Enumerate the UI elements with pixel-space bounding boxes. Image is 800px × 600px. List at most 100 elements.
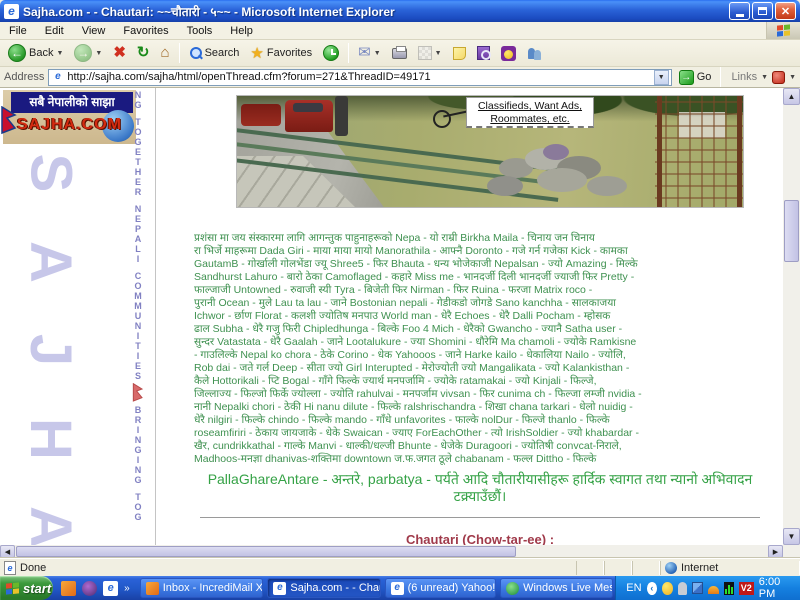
- menu-help[interactable]: Help: [221, 25, 262, 37]
- address-input[interactable]: e http://sajha.com/sajha/html/openThread…: [48, 69, 671, 86]
- horizontal-scrollbar[interactable]: ◀ ▶: [0, 545, 783, 558]
- minimize-icon: [736, 14, 744, 17]
- tagline-letter: I: [137, 455, 140, 465]
- vertical-scrollbar[interactable]: ▲ ▼: [783, 88, 800, 545]
- safety-tray-icon[interactable]: [708, 586, 719, 594]
- scroll-up-button[interactable]: ▲: [783, 88, 800, 105]
- menu-view[interactable]: View: [73, 25, 115, 37]
- msn-messenger-button[interactable]: [523, 44, 546, 63]
- quicklaunch-overflow-chevron[interactable]: »: [124, 583, 130, 594]
- browser-extension-icon[interactable]: [772, 71, 785, 84]
- windows-flag-icon: [777, 24, 790, 36]
- close-button[interactable]: ✕: [775, 2, 796, 20]
- tagline-letter: G: [134, 100, 141, 110]
- start-windows-icon: [6, 582, 19, 594]
- member-names-line[interactable]: जिल्लाज्य - फिल्जो फिर्के ज्योल्ला - ज्य…: [194, 388, 766, 401]
- links-label[interactable]: Links: [731, 71, 757, 83]
- ie-task-icon: e: [391, 582, 404, 595]
- member-names-line[interactable]: Sandhurst Lahuro - बारो ठेका Camoflaged …: [194, 271, 766, 284]
- forward-button[interactable]: → ▼: [70, 42, 106, 64]
- mail-dropdown-icon[interactable]: ▼: [374, 50, 381, 57]
- member-names-line[interactable]: रा भिर्जे माहरूमा Dada Giri - माया माया …: [194, 245, 766, 258]
- forward-icon: →: [74, 44, 92, 62]
- search-button[interactable]: Search: [185, 45, 244, 62]
- edit-icon: [418, 46, 432, 60]
- home-button[interactable]: ⌂: [157, 43, 174, 63]
- messenger-quicklaunch-icon[interactable]: [82, 581, 97, 596]
- address-url[interactable]: http://sajha.com/sajha/html/openThread.c…: [67, 71, 653, 83]
- vertical-scroll-thumb[interactable]: [784, 200, 799, 262]
- taskbar-button-sajha[interactable]: e Sajha.com - - Chau...: [267, 578, 380, 598]
- member-names-line[interactable]: खैर, cundrikkathal - गाल्के Manvi - धाल्…: [194, 440, 766, 453]
- member-names-paragraph[interactable]: प्रशंसा मा जय संस्कारमा लागि आगन्तुक पाह…: [194, 232, 766, 466]
- edit-dropdown-icon[interactable]: ▼: [435, 50, 442, 57]
- member-names-line[interactable]: ढाल Subha - धेरै गजु फिरी Chipledhunga -…: [194, 323, 766, 336]
- edit-button[interactable]: ▼: [414, 44, 446, 62]
- member-names-line[interactable]: सुन्दर Vatastata - धेरै Gaalah - जाने Lo…: [194, 336, 766, 349]
- start-button[interactable]: start: [0, 576, 53, 600]
- scroll-right-button[interactable]: ▶: [768, 545, 783, 558]
- notes-button[interactable]: [449, 45, 470, 62]
- mail-button[interactable]: ✉ ▼: [354, 43, 385, 63]
- addressbar-separator: [720, 67, 721, 87]
- links-dropdown-icon[interactable]: ▼: [761, 74, 768, 81]
- research-button[interactable]: [473, 44, 494, 62]
- taskbar-button-wlm[interactable]: Windows Live Mess...: [500, 578, 613, 598]
- back-dropdown-icon[interactable]: ▼: [56, 50, 63, 57]
- member-names-line[interactable]: Rob dai - जते गर्ल Deep - सीता ज्यो Girl…: [194, 362, 766, 375]
- v2-tray-icon[interactable]: V2: [739, 582, 754, 595]
- classifieds-link-box[interactable]: Classifieds, Want Ads, Roommates, etc.: [466, 97, 594, 128]
- print-button[interactable]: [388, 46, 411, 61]
- volume-meter-tray-icon[interactable]: [724, 582, 734, 595]
- minimize-button[interactable]: [729, 2, 750, 20]
- vertical-sajha-wordmark: SAJHA: [6, 140, 94, 545]
- network-tray-icon[interactable]: [692, 582, 704, 594]
- yahoo-tray-icon[interactable]: [662, 582, 673, 595]
- member-names-line[interactable]: - गाउलिल्के Nepal ko chora - ठेके Corino…: [194, 349, 766, 362]
- menu-edit[interactable]: Edit: [36, 25, 73, 37]
- tray-clock[interactable]: 6:00 PM: [759, 576, 792, 600]
- tagline-letter: T: [135, 117, 141, 127]
- extension-dropdown-icon[interactable]: ▼: [789, 74, 796, 81]
- language-indicator[interactable]: EN: [626, 582, 641, 594]
- member-names-line[interactable]: पुरानी Ocean - मुले Lau ta lau - जाने Bo…: [194, 297, 766, 310]
- tagline-letter: O: [134, 502, 141, 512]
- messenger-tray-icon[interactable]: [678, 582, 687, 595]
- member-names-line[interactable]: प्रशंसा मा जय संस्कारमा लागि आगन्तुक पाह…: [194, 232, 766, 245]
- member-names-line[interactable]: कैले Hottorikali - प्टि Bogal - गाँगे फि…: [194, 375, 766, 388]
- member-names-line[interactable]: नानी Nepalki chori - ठेकी Hi nanu dilute…: [194, 401, 766, 414]
- menu-favorites[interactable]: Favorites: [114, 25, 177, 37]
- scroll-down-button[interactable]: ▼: [783, 528, 800, 545]
- horizontal-scroll-thumb[interactable]: [16, 546, 516, 557]
- menu-file[interactable]: File: [0, 25, 36, 37]
- forward-dropdown-icon[interactable]: ▼: [95, 50, 102, 57]
- incredimail-quicklaunch-icon[interactable]: [61, 581, 76, 596]
- history-button[interactable]: [319, 43, 343, 63]
- tray-collapse-chevron[interactable]: ‹: [647, 582, 658, 595]
- menu-tools[interactable]: Tools: [178, 25, 222, 37]
- go-button[interactable]: → Go: [676, 70, 715, 85]
- member-names-line[interactable]: धेरै nilgiri - फिल्के chindo - फिल्के ma…: [194, 414, 766, 427]
- back-button[interactable]: ← Back ▼: [4, 42, 67, 64]
- restore-button[interactable]: [752, 2, 773, 20]
- member-names-line[interactable]: फाल्जाजी Untowned - रुवाजी स्यी Tyra - ब…: [194, 284, 766, 297]
- favorites-button[interactable]: ★ Favorites: [246, 42, 316, 64]
- taskbar-button-yahoo[interactable]: e (6 unread) Yahoo! ...: [385, 578, 496, 598]
- member-names-line[interactable]: Ichwor - र्छाण Florat - कलशी ज्योतिष मनप…: [194, 310, 766, 323]
- refresh-button[interactable]: ↻: [133, 43, 154, 63]
- favorites-label: Favorites: [267, 47, 312, 59]
- member-names-line[interactable]: roseamfiriri - ठेकाय जायजाके - धेके Swai…: [194, 427, 766, 440]
- notes-icon: [453, 47, 466, 60]
- sajha-logo[interactable]: सबै नेपालीको साझा SAJHA.COM: [3, 90, 136, 144]
- scroll-left-button[interactable]: ◀: [0, 545, 15, 558]
- yahoo-messenger-button[interactable]: [497, 44, 520, 63]
- ie-quicklaunch-icon[interactable]: e: [103, 581, 118, 596]
- classifieds-link-line2[interactable]: Roommates, etc.: [467, 113, 593, 126]
- classifieds-link-line1[interactable]: Classifieds, Want Ads,: [467, 100, 593, 113]
- taskbar-button-incredimail[interactable]: Inbox - IncrediMail Xe: [140, 578, 264, 598]
- member-names-line[interactable]: Madhoos-मनज्ञा dhanivas-शक्तिमा downtown…: [194, 453, 766, 466]
- title-bar[interactable]: e Sajha.com - - Chautari: ~~चौतारी - ५~~…: [0, 0, 800, 22]
- member-names-line[interactable]: GautamB - गोर्खाली गोलभेंडा ज्यू Shree5 …: [194, 258, 766, 271]
- stop-button[interactable]: ✖: [109, 43, 130, 63]
- address-dropdown-button[interactable]: ▼: [654, 70, 669, 85]
